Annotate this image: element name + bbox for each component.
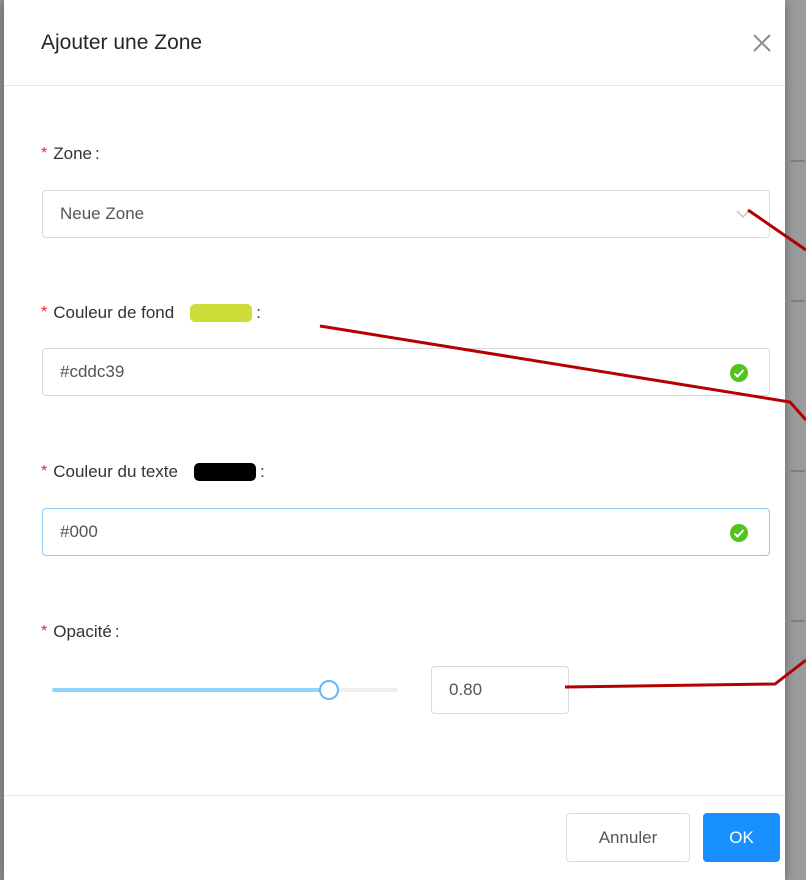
background-color-input[interactable]	[42, 348, 770, 396]
zone-label: * Zone :	[41, 144, 100, 164]
background-color-input-field[interactable]	[60, 362, 700, 382]
required-marker: *	[41, 145, 48, 162]
opacity-label-text: Opacité	[53, 622, 112, 641]
slider-handle[interactable]	[318, 680, 339, 700]
zone-label-text: Zone	[53, 144, 92, 163]
label-colon: :	[256, 303, 261, 322]
opacity-slider[interactable]	[52, 678, 398, 702]
cancel-button[interactable]: Annuler	[566, 813, 690, 862]
required-marker: *	[41, 623, 48, 640]
add-zone-modal: Ajouter une Zone * Zone : Neue Zone * Co…	[4, 0, 785, 880]
required-marker: *	[41, 463, 48, 480]
opacity-number-input[interactable]: 0.80	[431, 666, 569, 714]
zone-select-value: Neue Zone	[60, 204, 145, 223]
zone-select[interactable]: Neue Zone	[42, 190, 770, 238]
opacity-value: 0.80	[449, 680, 483, 699]
text-color-swatch	[193, 463, 256, 481]
background-tick	[791, 160, 805, 162]
background-color-label: * Couleur de fond :	[41, 303, 261, 323]
modal-footer: Annuler OK	[4, 795, 785, 880]
text-color-label: * Couleur du texte :	[41, 462, 265, 482]
text-color-input-field[interactable]	[60, 522, 700, 542]
background-tick	[791, 620, 805, 622]
modal-header: Ajouter une Zone	[4, 0, 785, 86]
background-color-swatch	[190, 304, 253, 322]
slider-track	[52, 688, 329, 692]
close-icon[interactable]	[749, 30, 775, 56]
chevron-down-icon	[736, 210, 750, 219]
label-colon: :	[259, 462, 265, 481]
check-circle-icon	[730, 524, 748, 542]
opacity-label: * Opacité :	[41, 622, 120, 642]
label-colon: :	[94, 144, 100, 163]
modal-title: Ajouter une Zone	[41, 31, 203, 54]
check-circle-icon	[730, 364, 748, 382]
text-color-label-text: Couleur du texte	[53, 462, 178, 481]
required-marker: *	[41, 304, 48, 321]
text-color-input[interactable]	[42, 508, 770, 556]
background-tick	[791, 470, 805, 472]
background-page	[785, 0, 806, 880]
background-color-label-text: Couleur de fond	[53, 303, 175, 322]
label-colon: :	[114, 622, 120, 641]
background-tick	[791, 300, 805, 302]
ok-button[interactable]: OK	[703, 813, 780, 862]
